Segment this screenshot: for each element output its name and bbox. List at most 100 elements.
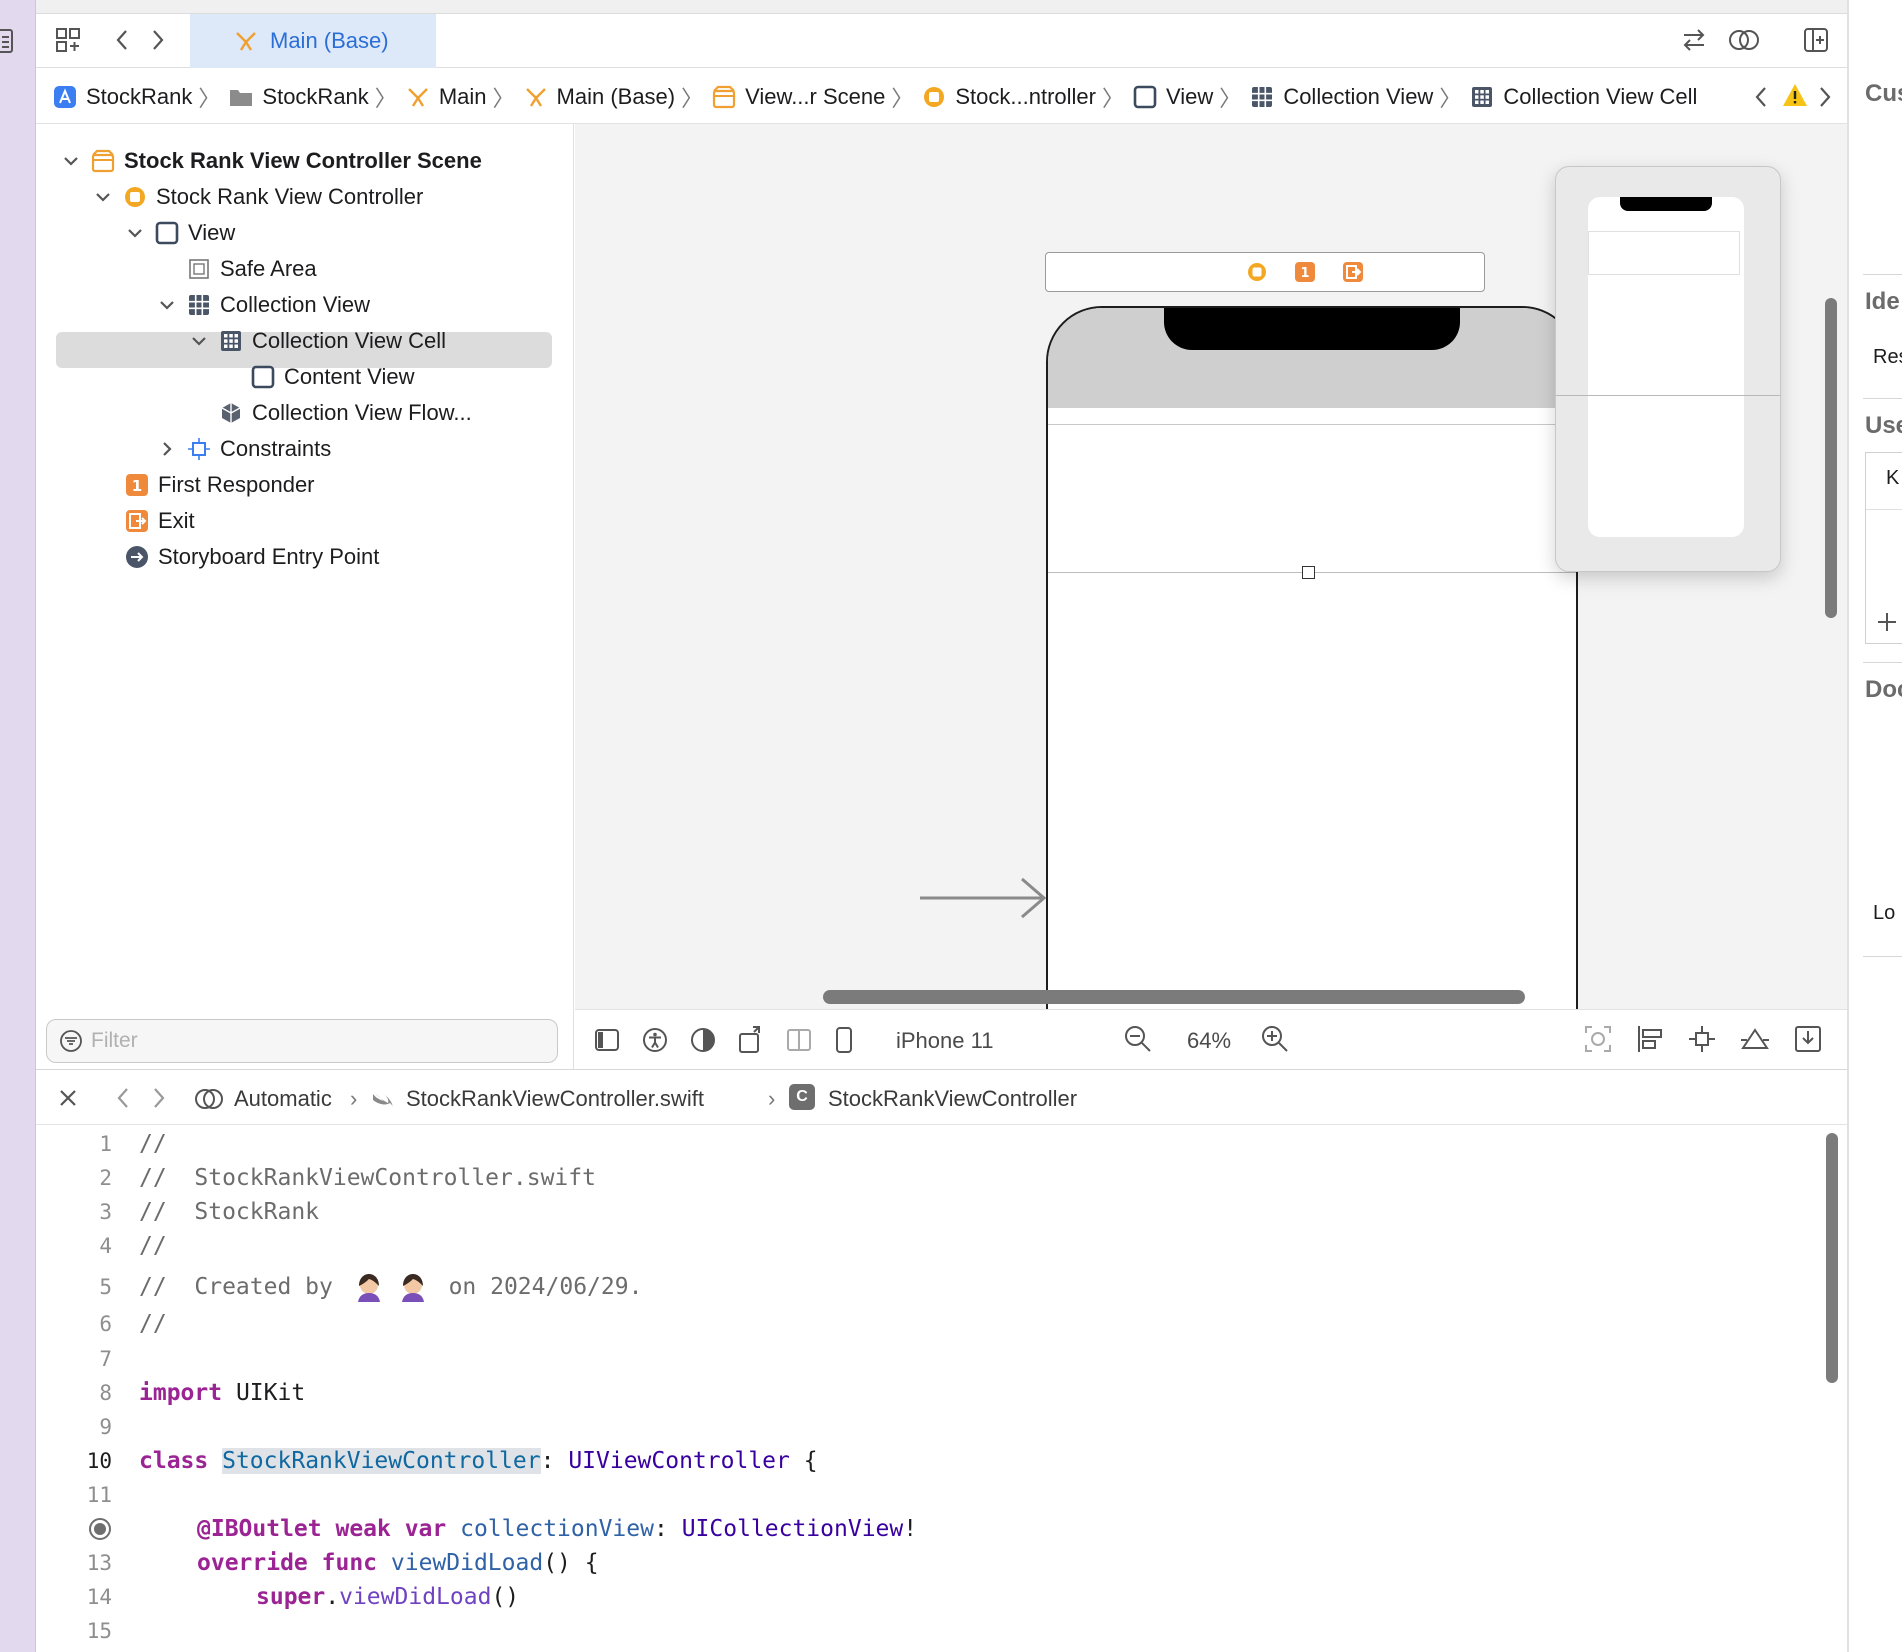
tab-main-base[interactable]: Main (Base) (190, 14, 436, 68)
entry-point-arrow-icon[interactable] (920, 876, 1048, 920)
chevron-down-icon[interactable] (124, 222, 146, 244)
update-frames-icon[interactable] (1583, 1024, 1613, 1054)
view-icon (1132, 84, 1158, 110)
add-editor-icon[interactable] (1798, 22, 1834, 58)
split-view-icon[interactable] (785, 1026, 813, 1054)
document-outline-toggle-icon[interactable] (593, 1026, 621, 1054)
breadcrumb-item-view-controller[interactable]: Stock...ntroller (921, 84, 1096, 110)
preview-notch (1620, 197, 1712, 211)
outline-item-flow-layout[interactable]: Collection View Flow... (218, 396, 472, 430)
chevron-down-icon[interactable] (92, 186, 114, 208)
view-controller-icon[interactable] (1246, 261, 1268, 283)
breadcrumb-item-storyboard[interactable]: Main (405, 84, 487, 110)
exit-icon (124, 508, 150, 534)
collection-view-top-edge (1048, 424, 1576, 425)
editor-mode[interactable]: Automatic (234, 1086, 332, 1112)
related-items-icon[interactable] (194, 1085, 224, 1113)
horizontal-scrollbar[interactable] (823, 990, 1525, 1004)
view-controller-icon (921, 84, 947, 110)
preview-divider (1556, 395, 1780, 396)
forward-chevron-icon[interactable] (150, 1085, 168, 1111)
breadcrumb-item-scene[interactable]: View...r Scene (711, 84, 885, 110)
orientation-icon[interactable] (737, 1024, 765, 1054)
outline-item-collection-view[interactable]: Collection View (156, 288, 370, 322)
code-editor[interactable]: 1// 2// StockRankViewController.swift 3/… (36, 1125, 1847, 1652)
breadcrumb-item-view[interactable]: View (1132, 84, 1213, 110)
appearance-icon[interactable] (689, 1026, 717, 1054)
swap-arrows-icon[interactable] (1676, 22, 1712, 58)
file-name[interactable]: StockRankViewController.swift (406, 1086, 704, 1112)
outline-item-first-responder[interactable]: 1 First Responder (124, 468, 315, 502)
outline-item-view[interactable]: View (124, 216, 235, 250)
filter-icon (59, 1029, 83, 1053)
zoom-in-icon[interactable] (1260, 1024, 1290, 1054)
chevron-down-icon[interactable] (188, 330, 210, 352)
scene-dock[interactable]: 1 (1045, 252, 1485, 292)
window-top-edge (36, 0, 1847, 14)
breadcrumb-item-storyboard-base[interactable]: Main (Base) (523, 84, 675, 110)
chevron-down-icon[interactable] (60, 150, 82, 172)
adjust-editor-icon[interactable] (1726, 22, 1762, 58)
scene-icon (711, 84, 737, 110)
breadcrumb-item-collection-cell[interactable]: Collection View Cell (1469, 84, 1697, 110)
iphone-scene-view[interactable] (1046, 306, 1578, 1009)
zoom-out-icon[interactable] (1123, 1024, 1153, 1054)
symbol-name[interactable]: StockRankViewController (828, 1086, 1077, 1112)
breadcrumb-item-folder[interactable]: StockRank (228, 84, 369, 110)
breadcrumb-item-collection-view[interactable]: Collection View (1249, 84, 1433, 110)
inspector-text-localizer: Lo (1873, 902, 1896, 924)
device-icon[interactable] (833, 1026, 855, 1054)
outline-item-exit[interactable]: Exit (124, 504, 195, 538)
back-chevron-icon[interactable] (1752, 84, 1770, 110)
user-defined-attributes-table[interactable]: K (1865, 452, 1902, 644)
code-line: 11 (86, 1483, 112, 1507)
resize-handle[interactable] (1302, 566, 1315, 579)
chevron-down-icon[interactable] (156, 294, 178, 316)
forward-chevron-icon[interactable] (140, 22, 176, 58)
device-name[interactable]: iPhone 11 (896, 1028, 993, 1054)
code-vertical-scrollbar[interactable] (1826, 1133, 1838, 1383)
sidebar-toggle-icon[interactable] (0, 28, 14, 54)
collection-cell-icon (218, 328, 244, 354)
class-symbol-icon: C (789, 1084, 815, 1110)
entry-point-icon (124, 544, 150, 570)
grid-icon[interactable] (50, 22, 86, 58)
storyboard-canvas[interactable]: 1 (575, 124, 1847, 1009)
exit-icon[interactable] (1342, 261, 1364, 283)
outlet-connection-icon[interactable] (88, 1517, 112, 1541)
outline-item-entry-point[interactable]: Storyboard Entry Point (124, 540, 379, 574)
align-icon[interactable] (1635, 1024, 1665, 1054)
accessibility-icon[interactable] (641, 1026, 669, 1054)
outline-item-view-controller[interactable]: Stock Rank View Controller (92, 180, 423, 214)
zoom-level[interactable]: 64% (1187, 1028, 1231, 1054)
resolve-issues-icon[interactable] (1739, 1024, 1771, 1054)
outline-item-collection-view-cell[interactable]: Collection View Cell (188, 324, 446, 358)
outline-item-content-view[interactable]: Content View (250, 360, 414, 394)
breadcrumb-item-project[interactable]: StockRank (52, 84, 192, 110)
filter-input[interactable]: Filter (46, 1019, 558, 1063)
back-chevron-icon[interactable] (104, 22, 140, 58)
outline-item-safe-area[interactable]: Safe Area (186, 252, 317, 286)
chevron-right-icon[interactable] (156, 438, 178, 460)
warning-icon[interactable] (1782, 82, 1808, 108)
code-line: @IBOutlet weak var collectionView: UICol… (36, 1514, 917, 1544)
first-responder-icon[interactable]: 1 (1294, 261, 1316, 283)
code-line: 4// (99, 1233, 167, 1259)
inspector-header-document: Doc (1865, 676, 1902, 703)
code-line: 9 (99, 1415, 112, 1439)
outline-item-constraints[interactable]: Constraints (156, 432, 331, 466)
embed-in-icon[interactable] (1793, 1024, 1823, 1054)
storyboard-icon (405, 84, 431, 110)
add-constraints-icon[interactable] (1687, 1024, 1717, 1054)
preview-screen (1588, 197, 1744, 537)
plus-icon[interactable] (1876, 611, 1898, 633)
forward-chevron-icon[interactable] (1816, 84, 1834, 110)
back-chevron-icon[interactable] (114, 1085, 132, 1111)
tab-label: Main (Base) (270, 28, 389, 53)
code-line: 3// StockRank (99, 1199, 320, 1225)
outline-item-scene[interactable]: Stock Rank View Controller Scene (60, 144, 482, 178)
vertical-scrollbar[interactable] (1825, 298, 1837, 618)
close-icon[interactable] (56, 1086, 80, 1110)
view-controller-icon (122, 184, 148, 210)
code-line: 10 class StockRankViewController: UIViewC… (86, 1448, 818, 1474)
